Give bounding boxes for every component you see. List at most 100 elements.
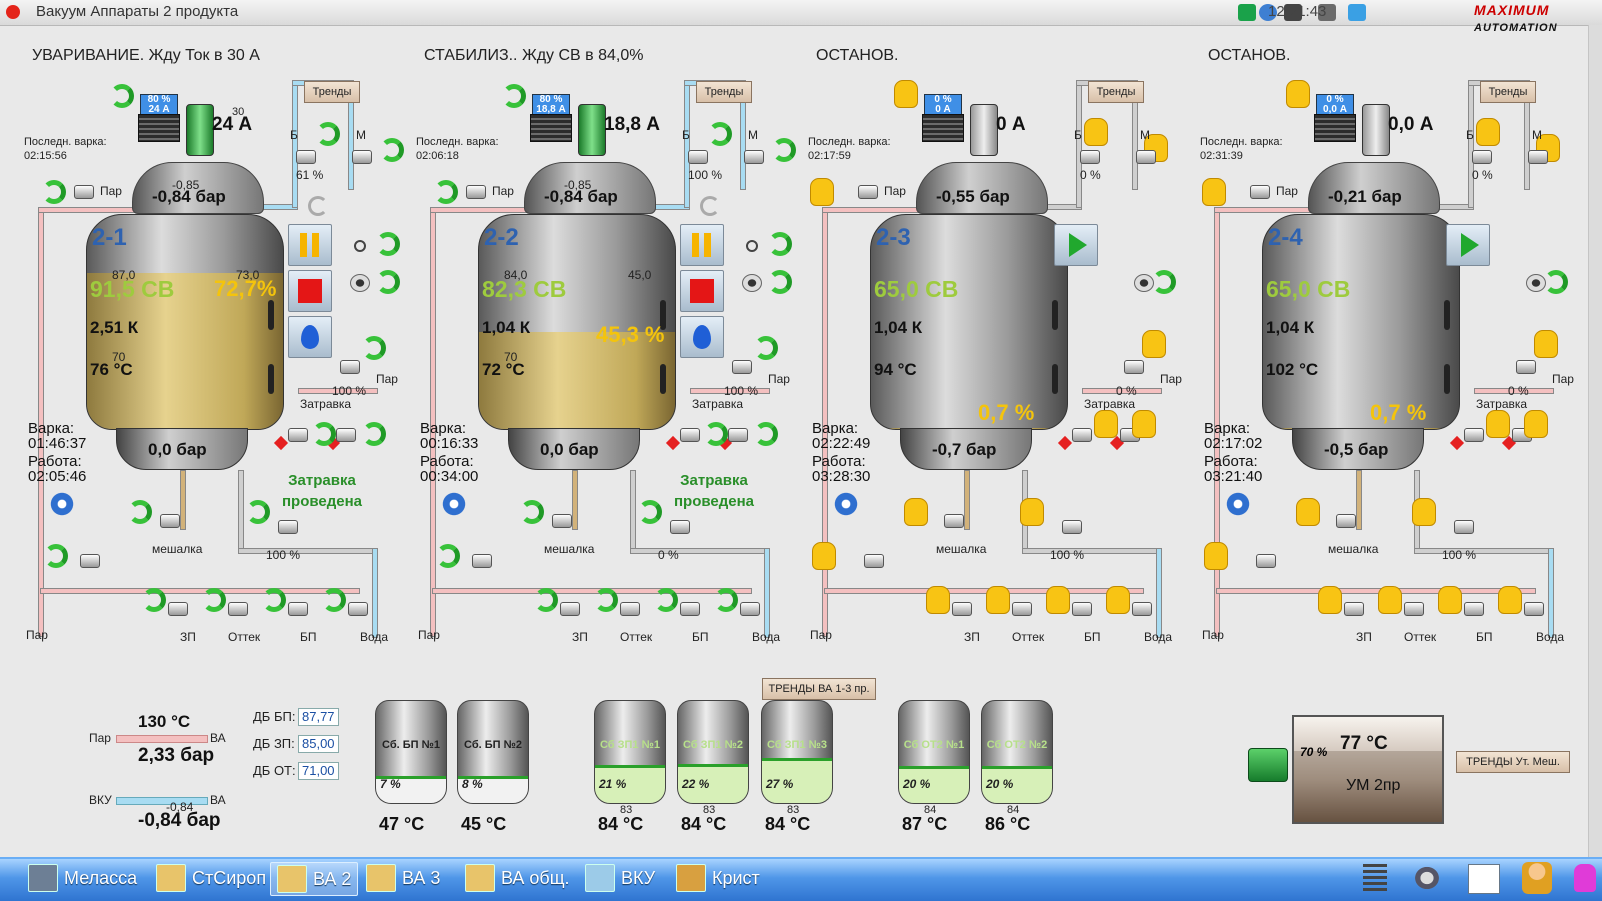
seed-valve-1[interactable] — [680, 428, 700, 442]
taskbar-item[interactable]: ВА общ. — [465, 862, 570, 894]
settings-gear-icon[interactable] — [440, 490, 468, 518]
refresh-icon[interactable] — [754, 422, 778, 446]
seed-valve-2[interactable] — [728, 428, 748, 442]
steam-inlet-valve[interactable] — [1250, 185, 1270, 199]
refresh-icon[interactable] — [520, 500, 544, 524]
stirrer-motor[interactable] — [578, 104, 606, 156]
stirrer-motor[interactable] — [1362, 104, 1390, 156]
menu-icon[interactable] — [1363, 864, 1387, 892]
storage-tank[interactable]: Сб ЗП1 №1 21 % — [594, 700, 666, 804]
storage-tank[interactable]: Сб ЗП1 №3 27 % — [761, 700, 833, 804]
valve-b[interactable] — [296, 150, 316, 164]
valve-b[interactable] — [1080, 150, 1100, 164]
outlet-valve-zp[interactable] — [168, 602, 188, 616]
outlet-valve-ottek[interactable] — [1012, 602, 1032, 616]
valve-b[interactable] — [688, 150, 708, 164]
pause-button[interactable] — [288, 224, 332, 266]
heater-steam-valve[interactable] — [732, 360, 752, 374]
hand-icon[interactable] — [1378, 586, 1402, 614]
bottom-steam-valve[interactable] — [864, 554, 884, 568]
hand-icon[interactable] — [1094, 410, 1118, 438]
valve-m[interactable] — [744, 150, 764, 164]
hand-icon[interactable] — [1132, 410, 1156, 438]
hand-icon[interactable] — [1286, 80, 1310, 108]
refresh-icon[interactable] — [768, 232, 792, 256]
outlet-valve-water[interactable] — [348, 602, 368, 616]
heater-steam-valve[interactable] — [1516, 360, 1536, 374]
stirrer-valve[interactable] — [160, 514, 180, 528]
steam-inlet-valve[interactable] — [858, 185, 878, 199]
storage-tank[interactable]: Сб. БП №1 7 % — [375, 700, 447, 804]
gear-icon[interactable] — [1412, 864, 1442, 892]
taskbar-item[interactable]: Крист — [676, 862, 760, 894]
outlet-valve-ottek[interactable] — [228, 602, 248, 616]
refresh-icon[interactable] — [1152, 270, 1176, 294]
refresh-icon[interactable] — [772, 138, 796, 162]
refresh-icon[interactable] — [534, 588, 558, 612]
stirrer-valve[interactable] — [1336, 514, 1356, 528]
network-icon[interactable] — [1238, 4, 1256, 21]
taskbar-item[interactable]: ВА 2 — [270, 862, 359, 896]
refresh-icon[interactable] — [754, 336, 778, 360]
storage-tank[interactable]: Сб ОТ2 №1 20 % — [898, 700, 970, 804]
db-value-field[interactable]: 71,00 — [298, 762, 339, 780]
close-icon[interactable] — [6, 5, 20, 19]
outlet-valve-bp[interactable] — [680, 602, 700, 616]
refresh-icon[interactable] — [202, 588, 226, 612]
refresh-icon[interactable] — [434, 180, 458, 204]
stop-button[interactable] — [680, 270, 724, 312]
stirrer-motor[interactable] — [186, 104, 214, 156]
hand-icon[interactable] — [1020, 498, 1044, 526]
water-button[interactable] — [288, 316, 332, 358]
hand-icon[interactable] — [1046, 586, 1070, 614]
start-button[interactable] — [1054, 224, 1098, 266]
stop-button[interactable] — [288, 270, 332, 312]
refresh-icon[interactable] — [44, 544, 68, 568]
hand-icon[interactable] — [1486, 410, 1510, 438]
storage-tank[interactable]: Сб. БП №2 8 % — [457, 700, 529, 804]
trends-button[interactable]: Тренды — [1480, 81, 1536, 103]
refresh-icon[interactable] — [110, 84, 134, 108]
heater-steam-valve[interactable] — [1124, 360, 1144, 374]
refresh-icon[interactable] — [312, 422, 336, 446]
refresh-icon[interactable] — [654, 588, 678, 612]
seed-valve-1[interactable] — [1464, 428, 1484, 442]
hand-icon[interactable] — [812, 542, 836, 570]
refresh-icon[interactable] — [768, 270, 792, 294]
heater-steam-valve[interactable] — [340, 360, 360, 374]
outlet-valve-bp[interactable] — [1464, 602, 1484, 616]
storage-tank[interactable]: Сб ЗП1 №2 22 % — [677, 700, 749, 804]
scrollbar[interactable] — [1588, 25, 1602, 857]
hand-icon[interactable] — [1084, 118, 1108, 146]
refresh-icon[interactable] — [714, 588, 738, 612]
refresh-icon[interactable] — [128, 500, 152, 524]
refresh-icon[interactable] — [638, 500, 662, 524]
trends-button[interactable]: Тренды — [696, 81, 752, 103]
mixer-motor[interactable] — [1248, 748, 1288, 782]
taskbar-item[interactable]: СтСироп — [156, 862, 266, 894]
refresh-icon[interactable] — [380, 138, 404, 162]
telegram-icon[interactable] — [1348, 4, 1366, 21]
hand-icon[interactable] — [894, 80, 918, 108]
hand-icon[interactable] — [810, 178, 834, 206]
hand-icon[interactable] — [1498, 586, 1522, 614]
outlet-valve-water[interactable] — [740, 602, 760, 616]
stirrer-valve[interactable] — [552, 514, 572, 528]
bottom-steam-valve[interactable] — [80, 554, 100, 568]
taskbar-item[interactable]: Меласса — [28, 862, 137, 894]
refresh-icon[interactable] — [362, 422, 386, 446]
hand-icon[interactable] — [1534, 330, 1558, 358]
refresh-icon[interactable] — [322, 588, 346, 612]
refresh-icon[interactable] — [708, 122, 732, 146]
bottom-steam-valve[interactable] — [472, 554, 492, 568]
hand-icon[interactable] — [1476, 118, 1500, 146]
trends-mixer-button[interactable]: ТРЕНДЫ Ут. Меш. — [1456, 751, 1570, 773]
hand-icon[interactable] — [1524, 410, 1548, 438]
refresh-icon[interactable] — [704, 422, 728, 446]
valve-b[interactable] — [1472, 150, 1492, 164]
outlet-valve-water[interactable] — [1524, 602, 1544, 616]
hand-icon[interactable] — [1202, 178, 1226, 206]
settings-gear-icon[interactable] — [832, 490, 860, 518]
hand-icon[interactable] — [1438, 586, 1462, 614]
hand-icon[interactable] — [1106, 586, 1130, 614]
